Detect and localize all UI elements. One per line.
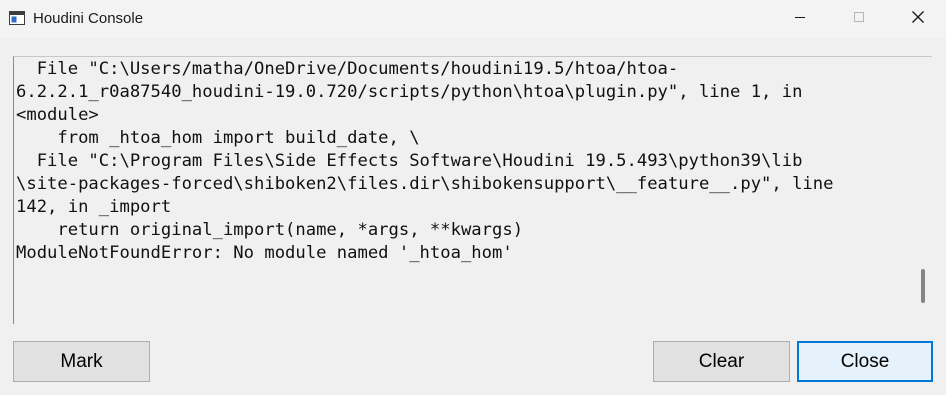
console-line: ModuleNotFoundError: No module named '_h… <box>16 243 513 263</box>
minimize-icon <box>794 10 806 28</box>
maximize-icon <box>853 10 865 28</box>
close-icon <box>911 10 925 29</box>
clear-button[interactable]: Clear <box>653 341 790 382</box>
console-line: File "C:\Users/matha/OneDrive/Documents/… <box>16 59 679 79</box>
minimize-button[interactable] <box>777 0 823 38</box>
title-bar[interactable]: Houdini Console <box>0 0 946 38</box>
window-title: Houdini Console <box>33 10 144 27</box>
console-line: from _htoa_hom import build_date, \ <box>16 128 420 148</box>
console-line: File "C:\Program Files\Side Effects Soft… <box>16 151 803 171</box>
close-button[interactable]: Close <box>797 341 933 382</box>
close-window-button[interactable] <box>895 0 941 38</box>
mark-button[interactable]: Mark <box>13 341 150 382</box>
houdini-console-window: Houdini Console File "C:\Users/matha/One… <box>0 0 946 395</box>
console-text[interactable]: File "C:\Users/matha/OneDrive/Documents/… <box>16 58 906 265</box>
scrollbar-thumb[interactable] <box>921 269 925 303</box>
console-window-icon <box>9 11 25 25</box>
console-line: return original_import(name, *args, **kw… <box>16 220 524 240</box>
vertical-scrollbar[interactable] <box>915 57 932 323</box>
console-line: 6.2.2.1_r0a87540_houdini-19.0.720/script… <box>16 82 803 102</box>
console-line: <module> <box>16 105 99 125</box>
console-output[interactable]: File "C:\Users/matha/OneDrive/Documents/… <box>13 56 932 324</box>
maximize-button[interactable] <box>836 0 882 38</box>
console-line: 142, in _import <box>16 197 172 217</box>
console-line: \site-packages-forced\shiboken2\files.di… <box>16 174 834 194</box>
